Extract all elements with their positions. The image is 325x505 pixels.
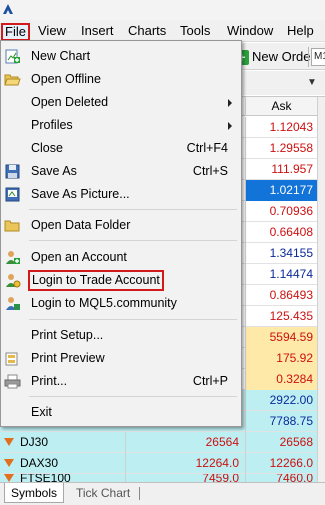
menu-charts[interactable]: Charts — [125, 22, 169, 40]
print-preview-icon — [4, 350, 21, 367]
symbol-cell: DJ30 — [4, 432, 48, 453]
new-order-label: New Order — [252, 49, 315, 64]
down-arrow-icon — [4, 459, 14, 467]
symbol-cell: DAX30 — [4, 453, 58, 474]
ask-cell: 26568 — [245, 432, 317, 453]
submenu-arrow-icon — [228, 122, 232, 130]
ask-cell: 1.14474 — [245, 264, 317, 285]
market-watch-tabs: Symbols Tick Chart — [0, 482, 325, 505]
vertical-scrollbar[interactable] — [317, 97, 325, 483]
ask-cell: 111.957 — [245, 159, 317, 180]
table-row[interactable]: DAX30 12264.0 12266.0 — [0, 453, 325, 474]
menu-tools[interactable]: Tools — [177, 22, 213, 40]
submenu-arrow-icon — [228, 99, 232, 107]
ask-cell: 0.3284 — [245, 369, 317, 390]
menu-item-save-as-picture[interactable]: Save As Picture... — [2, 183, 240, 206]
menu-divider — [29, 240, 237, 241]
folder-icon — [4, 217, 21, 234]
menu-divider — [29, 209, 237, 210]
menu-item-open-account[interactable]: Open an Account — [2, 246, 240, 269]
menu-item-open-deleted[interactable]: Open Deleted — [2, 91, 240, 114]
timeframe-selector[interactable]: M1 — [311, 48, 325, 66]
print-icon — [4, 373, 21, 390]
menu-item-new-chart[interactable]: New Chart — [2, 45, 240, 68]
save-icon — [4, 163, 21, 180]
menu-item-save-as[interactable]: Save As Ctrl+S — [2, 160, 240, 183]
ask-cell: 1.34155 — [245, 243, 317, 264]
mql5-login-icon — [4, 295, 21, 312]
ask-cell: 0.66408 — [245, 222, 317, 243]
tab-symbols[interactable]: Symbols — [4, 483, 65, 503]
menu-item-profiles[interactable]: Profiles — [2, 114, 240, 137]
ask-cell: 5594.59 — [245, 327, 317, 348]
file-menu: New Chart Open Offline Open Deleted Prof… — [0, 40, 242, 427]
toolbar-divider — [308, 47, 309, 67]
tab-divider — [139, 487, 140, 500]
ask-cell: 1.02177 — [245, 180, 317, 201]
menu-view[interactable]: View — [35, 22, 69, 40]
table-row[interactable]: DJ30 26564 26568 — [0, 432, 325, 453]
ask-cell: 2922.00 — [245, 390, 317, 411]
menu-divider — [29, 319, 237, 320]
ask-cell: 1.12043 — [245, 117, 317, 138]
ask-cell: 12266.0 — [245, 453, 317, 474]
chevron-down-icon[interactable]: ▼ — [304, 75, 320, 91]
menu-insert[interactable]: Insert — [78, 22, 117, 40]
menu-divider — [29, 396, 237, 397]
down-arrow-icon — [4, 474, 14, 482]
down-arrow-icon — [4, 438, 14, 446]
menu-window[interactable]: Window — [224, 22, 276, 40]
ask-cell: 175.92 — [245, 348, 317, 369]
ask-cell: 1.29558 — [245, 138, 317, 159]
bid-cell: 12264.0 — [125, 453, 243, 474]
bid-cell: 26564 — [125, 432, 243, 453]
ask-cell: 7788.75 — [245, 411, 317, 432]
menu-item-login-trade-account[interactable]: Login to Trade Account — [2, 269, 240, 292]
menu-item-open-offline[interactable]: Open Offline — [2, 68, 240, 91]
menu-item-exit[interactable]: Exit — [2, 401, 240, 424]
menu-item-open-data-folder[interactable]: Open Data Folder — [2, 214, 240, 237]
menu-help[interactable]: Help — [284, 22, 317, 40]
menu-item-login-mql5[interactable]: Login to MQL5.community — [2, 292, 240, 315]
open-folder-icon — [4, 71, 21, 88]
new-chart-icon — [4, 48, 21, 65]
menu-item-close[interactable]: Close Ctrl+F4 — [2, 137, 240, 160]
open-account-icon — [4, 249, 21, 266]
title-bar — [0, 0, 325, 20]
ask-cell: 0.86493 — [245, 285, 317, 306]
menu-bar: File View Insert Charts Tools Window Hel… — [0, 20, 325, 42]
menu-item-print[interactable]: Print... Ctrl+P — [2, 370, 240, 393]
tab-tick-chart[interactable]: Tick Chart — [70, 483, 136, 503]
menu-item-print-setup[interactable]: Print Setup... — [2, 324, 240, 347]
ask-cell: 125.435 — [245, 306, 317, 327]
menu-item-print-preview[interactable]: Print Preview — [2, 347, 240, 370]
ask-column-header[interactable]: Ask — [245, 97, 317, 116]
save-picture-icon — [4, 186, 21, 203]
login-icon — [4, 272, 21, 289]
metatrader-logo-icon — [2, 3, 14, 15]
menu-file[interactable]: File — [1, 23, 30, 41]
ask-cell: 0.70936 — [245, 201, 317, 222]
